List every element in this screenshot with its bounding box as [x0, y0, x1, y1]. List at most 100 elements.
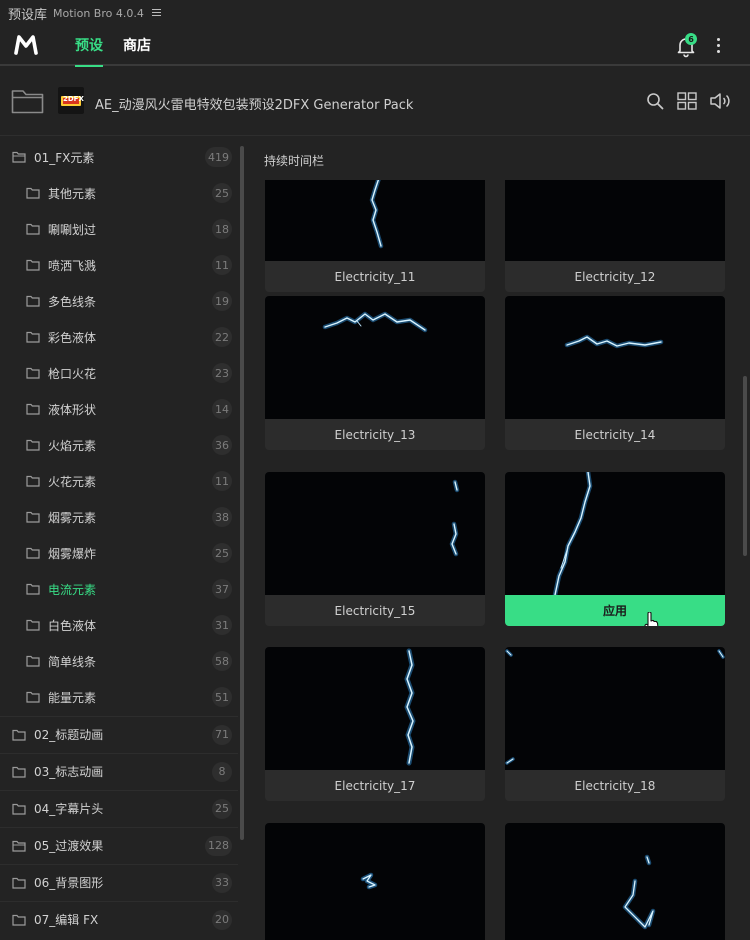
preset-card-label: Electricity_11	[334, 269, 416, 284]
pack-thumb-logo: 2DFX	[63, 95, 84, 103]
sidebar-item-label: 烟雾爆炸	[48, 546, 97, 561]
sidebar-item-count: 11	[212, 255, 232, 275]
nav-bar: 预设 商店 6	[0, 25, 750, 67]
sidebar-item-01-fx[interactable]: 01_FX元素 419	[0, 139, 238, 175]
content-scrollbar[interactable]	[743, 376, 747, 556]
preset-card-electricity-14[interactable]: Electricity_14	[505, 296, 725, 450]
preset-preview	[505, 823, 725, 940]
folder-icon	[26, 403, 40, 415]
sidebar-item-04-subtitle-intro[interactable]: 04_字幕片头 25	[0, 790, 238, 826]
sidebar-item-03-logo-anim[interactable]: 03_标志动画 8	[0, 753, 238, 789]
preset-card-electricity-18[interactable]: Electricity_18	[505, 647, 725, 801]
sidebar-item-label: 唰唰划过	[48, 222, 97, 237]
folder-icon	[26, 547, 40, 559]
sidebar-item-energy-elements[interactable]: 能量元素 51	[0, 679, 238, 715]
sidebar-item-count: 58	[212, 651, 232, 671]
preset-card-label: Electricity_13	[334, 427, 416, 442]
preset-card-electricity-17[interactable]: Electricity_17	[265, 647, 485, 801]
electric-bolt-graphic	[360, 872, 378, 890]
sidebar-item-color-liquid[interactable]: 彩色液体 22	[0, 319, 238, 355]
sidebar-item-label: 白色液体	[48, 618, 97, 633]
sidebar-item-simple-lines[interactable]: 简单线条 58	[0, 643, 238, 679]
preset-preview	[265, 472, 485, 595]
sidebar-item-05-transitions[interactable]: 05_过渡效果 128	[0, 827, 238, 863]
sidebar-item-smoke-explosion[interactable]: 烟雾爆炸 25	[0, 535, 238, 571]
folder-icon[interactable]	[11, 88, 44, 114]
preset-card-electricity-11[interactable]: Electricity_11	[265, 180, 485, 292]
sidebar-item-count: 25	[212, 543, 232, 563]
motion-bro-logo[interactable]	[14, 35, 38, 55]
folder-icon	[26, 619, 40, 631]
tab-store[interactable]: 商店	[123, 25, 151, 65]
sidebar-item-label: 火焰元素	[48, 438, 97, 453]
speaker-icon[interactable]	[709, 91, 733, 111]
sidebar-item-muzzle-flash[interactable]: 枪口火花 23	[0, 355, 238, 391]
folder-icon	[26, 511, 40, 523]
sidebar-item-multicolor-lines[interactable]: 多色线条 19	[0, 283, 238, 319]
kebab-icon[interactable]	[717, 38, 721, 54]
sidebar-item-other-elements[interactable]: 其他元素 25	[0, 175, 238, 211]
sidebar-item-count: 25	[212, 183, 232, 203]
preset-content: 持续时间栏 Electricity_11 Electricity_12 Elec…	[248, 138, 740, 940]
preset-card-label: Electricity_15	[334, 603, 416, 618]
folder-icon	[26, 439, 40, 451]
search-icon[interactable]	[646, 92, 664, 110]
notification-button[interactable]: 6	[676, 33, 697, 58]
pack-bar: 2DFX AE_动漫风火雷电特效包装预设2DFX Generator Pack	[0, 68, 750, 136]
category-sidebar: 01_FX元素 419 其他元素 25 唰唰划过 18 喷洒飞溅 11 多色线条…	[0, 138, 238, 940]
preset-card-electricity-19[interactable]	[265, 823, 485, 940]
preset-preview	[265, 647, 485, 770]
sidebar-item-label: 04_字幕片头	[34, 802, 104, 816]
electric-bolt-graphic	[449, 479, 460, 557]
sidebar-item-06-backgrounds[interactable]: 06_背景图形 33	[0, 864, 238, 900]
electric-bolt-graphic	[322, 311, 428, 333]
sidebar-item-splashes[interactable]: 喷洒飞溅 11	[0, 247, 238, 283]
sidebar-item-label: 电流元素	[48, 582, 97, 597]
grid-view-icon[interactable]	[677, 92, 697, 110]
sidebar-item-smoke-elements[interactable]: 烟雾元素 38	[0, 499, 238, 535]
sidebar-item-count: 22	[212, 327, 232, 347]
electric-bolt-graphic	[564, 334, 664, 349]
sidebar-item-liquid-shapes[interactable]: 液体形状 14	[0, 391, 238, 427]
sidebar-item-label: 07_编辑 FX	[34, 913, 99, 927]
sidebar-item-label: 05_过渡效果	[34, 839, 104, 853]
preset-preview	[505, 472, 725, 595]
preset-card-electricity-12[interactable]: Electricity_12	[505, 180, 725, 292]
apply-button[interactable]: 应用	[505, 595, 725, 626]
preset-card-electricity-15[interactable]: Electricity_15	[265, 472, 485, 626]
preset-card-label: Electricity_12	[574, 269, 656, 284]
electric-bolt-graphic	[622, 854, 656, 930]
sidebar-item-white-liquid[interactable]: 白色液体 31	[0, 607, 238, 643]
folder-icon	[26, 475, 40, 487]
sidebar-item-swipes[interactable]: 唰唰划过 18	[0, 211, 238, 247]
folder-icon	[12, 729, 26, 741]
preset-preview	[505, 647, 725, 770]
sidebar-item-label: 彩色液体	[48, 330, 97, 345]
tab-presets[interactable]: 预设	[75, 25, 103, 67]
preset-card-electricity-16[interactable]: 应用	[505, 472, 725, 626]
sidebar-item-electric-elements[interactable]: 电流元素 37	[0, 571, 238, 607]
folder-icon	[26, 259, 40, 271]
sidebar-item-count: 419	[205, 147, 232, 167]
folder-open-icon	[12, 151, 26, 163]
sidebar-item-count: 71	[212, 724, 232, 745]
sidebar-item-spark-elements[interactable]: 火花元素 11	[0, 463, 238, 499]
sidebar-item-fire-elements[interactable]: 火焰元素 36	[0, 427, 238, 463]
sidebar-item-count: 18	[212, 219, 232, 239]
electric-bolt-graphic	[552, 472, 593, 595]
sidebar-scrollbar[interactable]	[240, 146, 244, 840]
sidebar-item-count: 11	[212, 471, 232, 491]
preset-card-electricity-20[interactable]	[505, 823, 725, 940]
sidebar-item-07-edit-fx[interactable]: 07_编辑 FX 20	[0, 901, 238, 937]
sidebar-item-label: 01_FX元素	[34, 150, 95, 165]
folder-icon	[12, 803, 26, 815]
folder-open-icon	[12, 840, 26, 852]
window-title: 预设库	[8, 7, 48, 23]
app-version: Motion Bro 4.0.4	[53, 6, 144, 20]
hamburger-icon[interactable]	[151, 9, 162, 17]
folder-icon	[26, 655, 40, 667]
preset-preview	[505, 296, 725, 419]
sidebar-item-02-title-anim[interactable]: 02_标题动画 71	[0, 716, 238, 752]
sidebar-item-count: 38	[212, 507, 232, 527]
preset-card-electricity-13[interactable]: Electricity_13	[265, 296, 485, 450]
